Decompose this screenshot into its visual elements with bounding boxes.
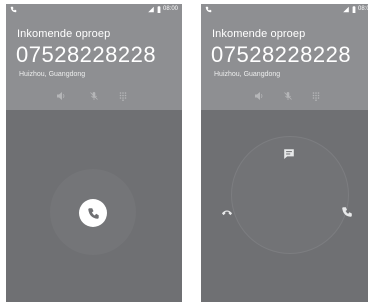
speaker-icon[interactable] [56,91,66,101]
call-actions [6,91,182,103]
caller-location: Huizhou, Guangdong [19,71,86,78]
incoming-call-label: Inkomende oproep [17,28,111,40]
message-icon[interactable] [283,148,295,160]
call-header: Inkomende oproep 07528228228 Huizhou, Gu… [6,15,182,110]
signal-icon [343,6,349,13]
signal-icon [148,6,154,13]
status-bar: 08:00 [6,4,182,15]
caller-number: 07528228228 [16,42,157,67]
call-actions [201,91,368,103]
answer-icon[interactable] [341,206,353,218]
incoming-call-screen-left: 08:00 Inkomende oproep 07528228228 Huizh… [6,4,182,302]
battery-icon [157,6,161,13]
mute-icon[interactable] [283,91,293,101]
incoming-call-label: Inkomende oproep [212,28,306,40]
status-bar: 08:00 [201,4,368,15]
answer-area [6,110,182,302]
phone-icon [87,207,99,219]
caller-location: Huizhou, Guangdong [214,71,281,78]
call-icon [10,6,17,13]
battery-icon [352,6,356,13]
call-icon [205,6,212,13]
answer-options-area [201,110,368,302]
speaker-icon[interactable] [254,91,264,101]
call-header: Inkomende oproep 07528228228 Huizhou, Gu… [201,15,368,110]
status-time: 08:00 [162,6,178,12]
caller-number: 07528228228 [211,42,352,67]
status-time: 08:00 [357,6,368,12]
dialpad-icon[interactable] [311,91,321,101]
incoming-call-screen-right: 08:00 Inkomende oproep 07528228228 Huizh… [201,4,368,302]
decline-icon[interactable] [221,206,233,218]
mute-icon[interactable] [89,91,99,101]
answer-button[interactable] [79,199,107,227]
dialpad-icon[interactable] [118,91,128,101]
